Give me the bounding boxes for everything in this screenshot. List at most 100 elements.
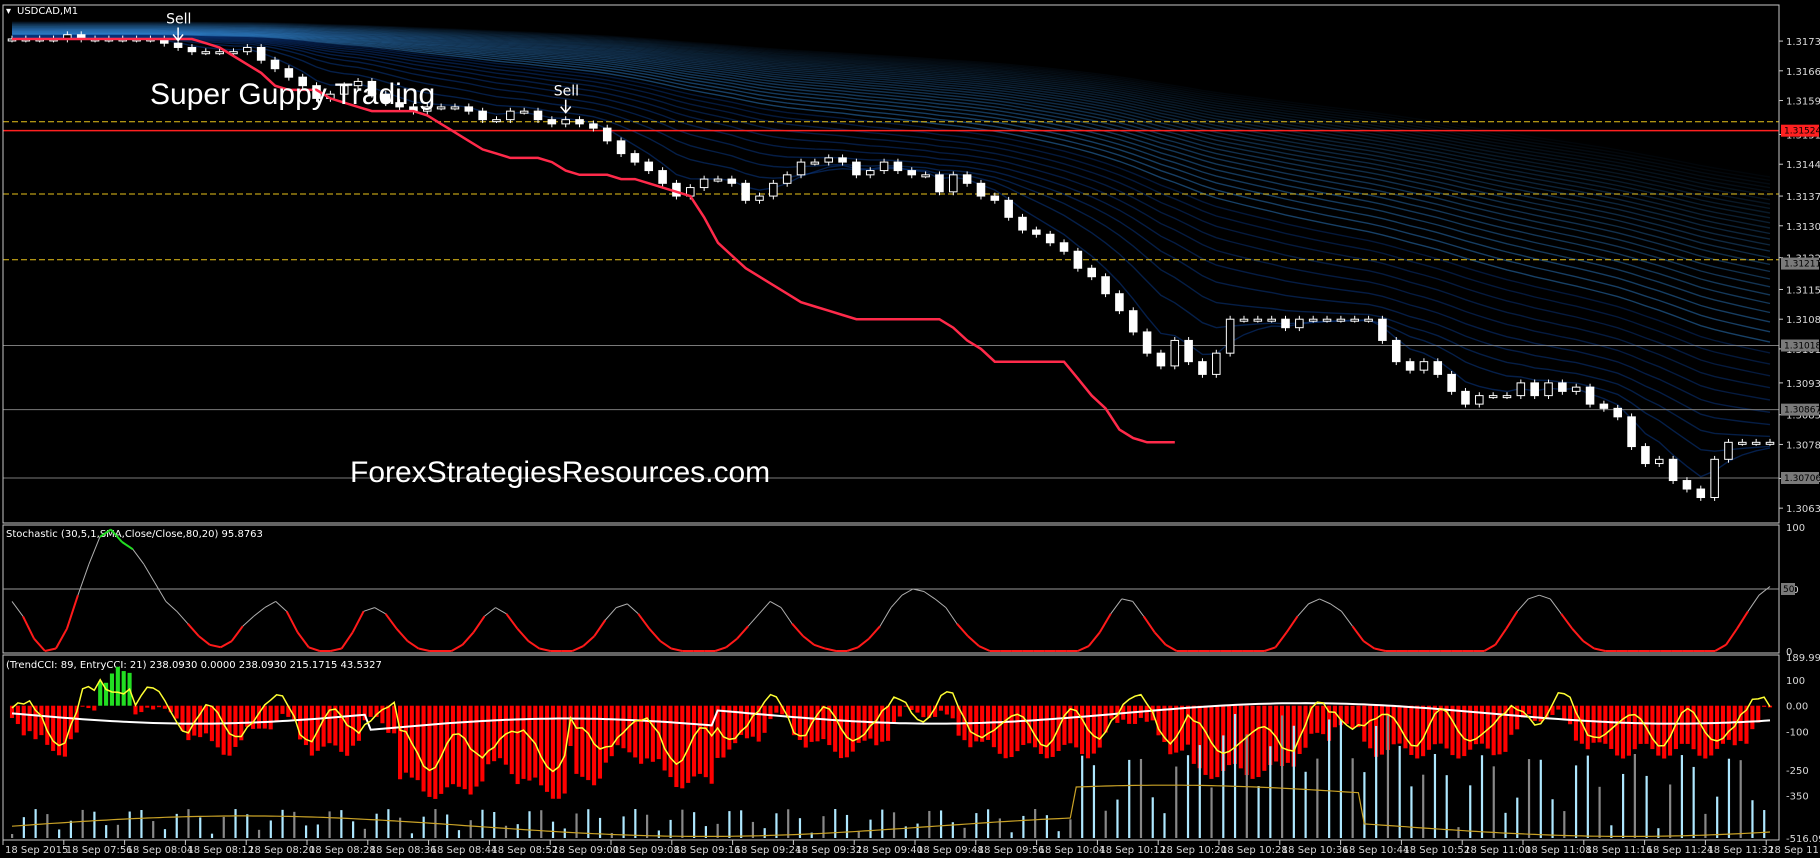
volume-bar	[869, 819, 872, 838]
time-tick-label: 18 Sep 10:36	[1282, 845, 1349, 856]
collapse-arrow-icon[interactable]: ▾	[6, 6, 11, 17]
cci-bar	[815, 705, 820, 742]
candle-body	[630, 153, 640, 163]
candle-body	[1585, 386, 1595, 405]
candle-body	[1488, 395, 1498, 399]
volume-bar	[975, 813, 978, 838]
time-tick-label: 18 Sep 08:36	[370, 845, 437, 856]
volume-bar	[1457, 827, 1460, 838]
candle-body	[1350, 318, 1360, 322]
candle-body	[1073, 250, 1083, 269]
volume-bar	[1210, 787, 1213, 838]
cci-bar	[750, 705, 755, 737]
cci-bar	[844, 705, 849, 758]
cci-bar	[1526, 705, 1531, 715]
cci-bar	[509, 705, 514, 775]
time-tick-label: 18 Sep 09:48	[917, 845, 984, 856]
cci-bar	[1262, 705, 1267, 771]
cci-bar	[280, 705, 285, 714]
cci-bar	[133, 705, 138, 715]
volume-bar	[69, 820, 72, 838]
price-tick-label: 1.31595	[1786, 97, 1820, 108]
cci-bar	[1632, 705, 1637, 750]
cci-bar	[480, 705, 485, 782]
trading-chart[interactable]: Sell Sell ▾ USDCAD,M1 Super Guppy Trading…	[0, 0, 1820, 858]
candle-body	[1571, 386, 1581, 392]
cci-bar	[1038, 705, 1043, 754]
candle-body	[1212, 352, 1221, 375]
time-tick-label: 18 Sep 08:44	[431, 845, 498, 856]
cci-bar	[221, 705, 226, 755]
price-tick-label: 1.31665	[1786, 67, 1820, 78]
volume-bar	[1375, 725, 1378, 838]
volume-bar	[1175, 766, 1178, 838]
cci-bar	[145, 705, 150, 708]
volume-bar	[540, 810, 543, 838]
cci-bar	[139, 705, 144, 713]
candle-body	[1322, 318, 1332, 322]
cci-bar	[621, 705, 626, 749]
candle-body	[256, 46, 266, 61]
candle-body	[1239, 318, 1249, 322]
volume-bar	[1280, 715, 1284, 838]
cci-bar	[427, 705, 432, 797]
candle-body	[478, 110, 487, 121]
time-tick-label: 18 Sep 11:24	[1647, 845, 1714, 856]
cci-bar	[744, 705, 750, 739]
candle-body	[1018, 216, 1027, 231]
candle-body	[1142, 331, 1152, 354]
cci-bar	[897, 705, 902, 717]
volume-bar	[504, 825, 508, 838]
candle-body	[893, 161, 903, 172]
volume-bar	[222, 816, 225, 838]
cci-bar	[1203, 705, 1208, 775]
candle-body	[1059, 242, 1069, 252]
candle-body	[1516, 382, 1526, 397]
cci-bar	[521, 705, 526, 779]
price-tick-label: 1.30930	[1786, 379, 1820, 390]
volume-bar	[1222, 735, 1225, 838]
price-tick-label: 1.31445	[1786, 160, 1820, 171]
cci-bar	[1250, 705, 1255, 779]
candle-body	[658, 170, 667, 184]
time-tick-label: 18 Sep 08:04	[127, 845, 194, 856]
cci-bar	[1615, 705, 1620, 756]
sell-label: Sell	[166, 11, 191, 27]
volume-bar	[257, 829, 261, 838]
candle-body	[1558, 382, 1567, 392]
volume-bar	[22, 817, 25, 838]
volume-bar	[363, 828, 366, 838]
candle-body	[533, 110, 543, 121]
cci-bar	[1450, 705, 1455, 756]
candle-body	[990, 195, 1000, 201]
candle-body	[921, 174, 930, 178]
volume-bar	[105, 825, 108, 838]
volume-bar	[281, 809, 284, 838]
volume-bar	[1410, 786, 1413, 838]
volume-bar	[210, 833, 214, 838]
candle-body	[173, 42, 183, 48]
cci-bar	[1144, 705, 1149, 722]
candle-body	[796, 161, 806, 176]
cci-bar	[1656, 705, 1661, 756]
candle-body	[1461, 390, 1470, 405]
cci-bar	[180, 705, 185, 731]
volume-bar	[1751, 800, 1754, 838]
time-tick-label: 18 Sep 10:52	[1403, 845, 1470, 856]
volume-bar	[187, 809, 190, 838]
cci-bar	[439, 705, 444, 794]
cci-bar	[1174, 705, 1179, 753]
cci-bar	[603, 705, 608, 763]
candle-body	[782, 174, 792, 184]
candle-body	[949, 174, 958, 193]
cci-bar	[1191, 705, 1196, 764]
volume-bar	[1386, 715, 1390, 838]
volume-bar	[387, 809, 390, 838]
volume-bar	[1539, 759, 1542, 838]
price-tag-label: 1.31211	[1784, 260, 1820, 270]
volume-bar	[834, 809, 837, 838]
cci-bar	[662, 705, 667, 771]
volume-bar	[46, 814, 49, 838]
volume-bar	[1692, 766, 1695, 838]
cci-bar	[262, 705, 267, 729]
